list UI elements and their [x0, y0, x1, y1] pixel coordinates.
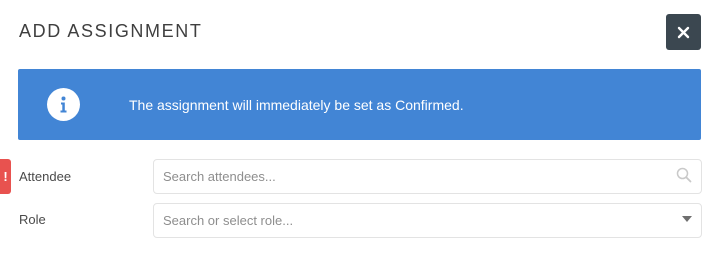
add-assignment-dialog: ADD ASSIGNMENT The assignment will immed… — [0, 0, 719, 279]
role-select-input[interactable] — [153, 203, 702, 238]
info-banner-text: The assignment will immediately be set a… — [129, 96, 464, 113]
caret-down-icon[interactable] — [681, 214, 693, 224]
attendee-label: Attendee — [19, 169, 72, 184]
close-button[interactable] — [666, 14, 701, 50]
info-banner: The assignment will immediately be set a… — [18, 69, 701, 140]
dialog-title: ADD ASSIGNMENT — [19, 21, 203, 41]
info-icon — [47, 88, 80, 121]
close-icon — [677, 26, 690, 38]
error-exclamation: ! — [3, 169, 8, 184]
attendee-error-marker: ! — [0, 159, 11, 194]
role-label: Role — [19, 212, 46, 227]
search-icon[interactable] — [676, 167, 692, 183]
attendee-search-input[interactable] — [153, 159, 702, 194]
